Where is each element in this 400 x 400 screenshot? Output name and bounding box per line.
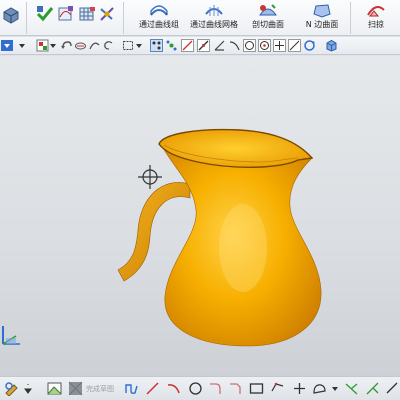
arc-icon[interactable] [166, 381, 181, 396]
deviation-icon[interactable] [98, 5, 116, 23]
swept-label: 扫掠 [368, 20, 384, 29]
line-icon[interactable] [145, 381, 160, 396]
undo-icon[interactable] [60, 39, 73, 52]
select-box-icon[interactable] [122, 39, 135, 52]
surface-grid-icon[interactable] [78, 5, 96, 23]
extend-icon[interactable] [365, 381, 380, 396]
tangent-tool-icon[interactable] [228, 39, 241, 52]
ribbon-separator [26, 2, 27, 34]
dropdown-arrow-icon[interactable] [332, 381, 338, 396]
view-triad [2, 326, 20, 345]
through-curves-button[interactable]: 通过曲线组 [136, 1, 182, 35]
section-surface-icon [257, 2, 279, 18]
n-sided-surface-label: N 边曲面 [305, 20, 339, 29]
ribbon-toolbar: 通过曲线组 通过曲线网格 剖切曲面 N 边曲面 扫掠 [0, 0, 400, 36]
point-icon[interactable] [292, 381, 307, 396]
sketch-settings-icon[interactable] [4, 381, 19, 396]
circle-icon[interactable] [188, 381, 203, 396]
through-curve-mesh-button[interactable]: 通过曲线网格 [186, 1, 242, 35]
snap-filter-icon[interactable] [36, 39, 49, 52]
selection-toolbar [0, 37, 400, 55]
crosshair-cursor [138, 165, 162, 189]
through-curve-mesh-icon [203, 2, 225, 18]
pitcher-body[interactable] [161, 145, 322, 347]
circle-center-icon[interactable] [243, 39, 256, 52]
profile-icon[interactable] [124, 381, 139, 396]
rectangle-icon[interactable] [249, 381, 264, 396]
dropdown-arrow-icon[interactable] [136, 39, 142, 52]
sketch-toolbar: 完成草图 [0, 376, 400, 400]
section-surface-label: 剖切曲面 [252, 20, 284, 29]
model-canvas [2, 128, 322, 347]
trim-icon[interactable] [344, 381, 359, 396]
section-surface-button[interactable]: 剖切曲面 [246, 1, 290, 35]
polygon-icon[interactable] [270, 381, 285, 396]
through-curve-mesh-label: 通过曲线网格 [190, 20, 238, 29]
dropdown-arrow-icon[interactable] [50, 39, 56, 52]
measure-icon[interactable] [74, 39, 87, 52]
n-sided-surface-button[interactable]: N 边曲面 [300, 1, 344, 35]
line-tool-icon[interactable] [181, 39, 194, 52]
spline-icon[interactable] [312, 381, 327, 396]
shaded-cube-icon[interactable] [325, 39, 338, 52]
loop-icon[interactable] [102, 39, 115, 52]
finish-sketch-label[interactable]: 完成草图 [86, 384, 114, 394]
chamfer-icon[interactable] [228, 381, 243, 396]
through-curves-icon [148, 2, 170, 18]
slash-snap-icon[interactable] [288, 39, 301, 52]
offset-icon[interactable] [385, 381, 400, 396]
sketch-plane-icon[interactable] [47, 381, 62, 396]
swept-icon [365, 2, 387, 18]
view-cube-icon[interactable] [2, 6, 20, 24]
diagonal-tool-icon[interactable] [197, 39, 210, 52]
ribbon-separator [350, 2, 351, 34]
menu-dropdown-icon[interactable] [1, 39, 14, 52]
snap-center-icon[interactable] [165, 39, 178, 52]
finish-sketch-icon[interactable] [68, 381, 83, 396]
arc-icon[interactable] [88, 39, 101, 52]
fillet-icon[interactable] [208, 381, 223, 396]
circle-point-icon[interactable] [258, 39, 271, 52]
curve-analysis-icon[interactable] [57, 5, 75, 23]
check-icon[interactable] [36, 5, 54, 23]
angle-tool-icon[interactable] [213, 39, 226, 52]
through-curves-label: 通过曲线组 [139, 20, 179, 29]
n-sided-surface-icon [311, 2, 333, 18]
snap-points-icon[interactable] [150, 39, 163, 52]
graphics-viewport[interactable] [0, 56, 400, 376]
ribbon-separator [123, 2, 124, 34]
filter-dropdown-icon[interactable] [16, 39, 29, 52]
rotate-view-icon[interactable] [303, 39, 316, 52]
swept-button[interactable]: 扫掠 [358, 1, 394, 35]
crosshair-snap-icon[interactable] [273, 39, 286, 52]
menu-dropdown-icon[interactable] [24, 381, 32, 396]
